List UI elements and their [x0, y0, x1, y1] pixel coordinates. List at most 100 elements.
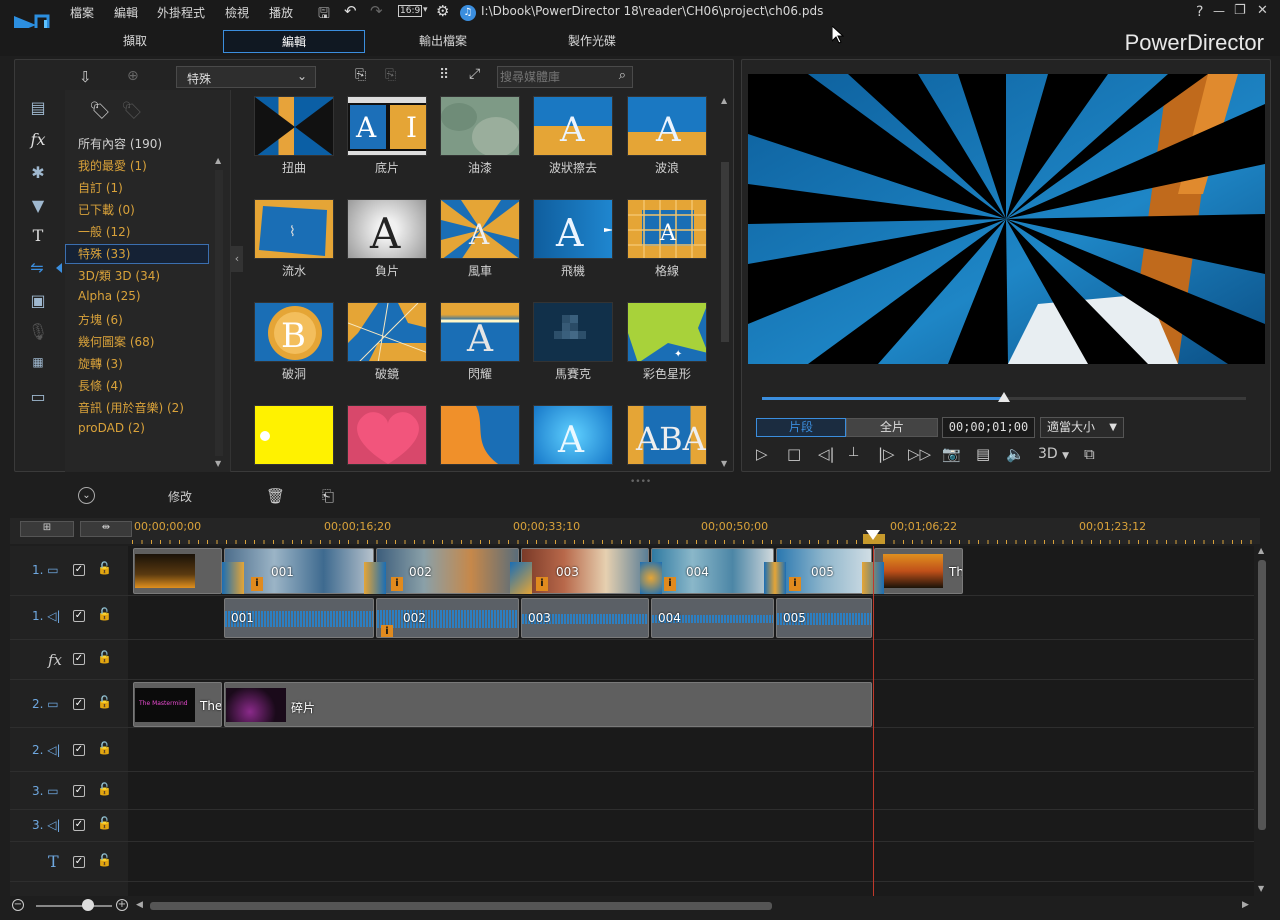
- transition-thumb[interactable]: ABA: [627, 405, 707, 465]
- audio-clip[interactable]: 002 i: [376, 598, 519, 638]
- zoom-fit-dropdown[interactable]: 適當大小 ▼: [1040, 417, 1124, 438]
- fast-forward-icon[interactable]: ▷▷: [908, 445, 931, 463]
- delete-icon[interactable]: 🗑: [266, 487, 285, 505]
- movie-mode-button[interactable]: 全片: [846, 418, 938, 437]
- 3d-mode-button[interactable]: 3D ▼: [1038, 446, 1069, 462]
- plugin-icon[interactable]: ⊕: [127, 68, 139, 84]
- undock-icon[interactable]: ⧉: [1084, 445, 1095, 463]
- transition-thumb-mosaic[interactable]: [533, 302, 613, 362]
- playhead-handle[interactable]: [866, 530, 880, 540]
- scroll-up-icon[interactable]: ▲: [721, 96, 727, 105]
- fx-room-icon[interactable]: fx: [27, 130, 49, 149]
- split-icon[interactable]: ⊥: [848, 445, 859, 460]
- transition-thumb-film[interactable]: AI: [347, 96, 427, 156]
- lock-icon[interactable]: 🔓: [97, 816, 112, 830]
- transition-room-icon[interactable]: ⇋: [25, 258, 49, 277]
- lock-icon[interactable]: 🔓: [97, 607, 112, 621]
- collapse-panel-icon[interactable]: ‹: [231, 246, 243, 272]
- scroll-right-icon[interactable]: ▶: [1242, 900, 1249, 910]
- track-enable-checkbox[interactable]: ✓: [73, 744, 85, 756]
- import-media-icon[interactable]: ⇩: [79, 68, 92, 86]
- expand-icon[interactable]: ⤢: [469, 66, 480, 82]
- transition-thumb-shine[interactable]: A: [440, 302, 520, 362]
- transition-thumb-negative[interactable]: A: [347, 199, 427, 259]
- chapter-room-icon[interactable]: ▦: [27, 355, 49, 369]
- transition-marker[interactable]: [510, 562, 532, 594]
- category-item[interactable]: 旋轉 (3): [78, 355, 123, 372]
- notification-icon[interactable]: ♫: [460, 5, 476, 21]
- transition-thumb-wave[interactable]: A: [627, 96, 707, 156]
- video-clip[interactable]: 004 i: [651, 548, 774, 594]
- track-enable-checkbox[interactable]: ✓: [73, 610, 85, 622]
- tab-create-disc[interactable]: 製作光碟: [547, 30, 637, 53]
- transition-thumb-wave-wipe[interactable]: A: [533, 96, 613, 156]
- category-item[interactable]: 所有內容 (190): [78, 135, 162, 152]
- preview-scrub-handle[interactable]: [998, 392, 1010, 402]
- timecode-display[interactable]: 00;00;01;00: [942, 417, 1035, 438]
- apply-to-all-icon[interactable]: ⎘: [355, 67, 366, 83]
- track-enable-checkbox[interactable]: ✓: [73, 785, 85, 797]
- voiceover-room-icon[interactable]: 🎙: [27, 322, 49, 341]
- track-manager-icon[interactable]: ⊞: [20, 521, 74, 537]
- aspect-ratio-selector[interactable]: 16:9: [398, 5, 423, 17]
- category-item-selected[interactable]: 特殊 (33): [65, 244, 209, 264]
- menu-view[interactable]: 檢視: [225, 4, 249, 21]
- transition-thumb-paint[interactable]: [440, 96, 520, 156]
- video-clip[interactable]: 003 i: [521, 548, 649, 594]
- close-button[interactable]: ✕: [1257, 3, 1268, 18]
- transition-thumb-water[interactable]: ⌇: [254, 199, 334, 259]
- search-icon[interactable]: ⌕: [619, 68, 626, 83]
- lock-icon[interactable]: 🔓: [97, 741, 112, 755]
- redo-icon[interactable]: ↷: [370, 2, 383, 20]
- lock-icon[interactable]: 🔓: [97, 561, 112, 575]
- category-item[interactable]: proDAD (2): [78, 421, 145, 435]
- lock-icon[interactable]: 🔓: [97, 853, 112, 867]
- category-scrollbar[interactable]: [215, 170, 223, 456]
- particle-clip[interactable]: 碎片: [224, 682, 872, 727]
- scroll-up-icon[interactable]: ▲: [1258, 546, 1264, 555]
- transition-thumb[interactable]: [440, 405, 520, 465]
- video-clip-outro[interactable]: Th: [874, 548, 963, 594]
- timeline-vertical-scrollbar[interactable]: [1258, 560, 1266, 830]
- audio-clip[interactable]: 005: [776, 598, 872, 638]
- video-clip-intro[interactable]: [133, 548, 222, 594]
- pip-room-icon[interactable]: ✱: [27, 163, 49, 182]
- tab-edit[interactable]: 編輯: [223, 30, 365, 53]
- add-tag-icon[interactable]: 🏷: [89, 101, 111, 121]
- fit-timeline-icon[interactable]: ⇹: [80, 521, 132, 537]
- menu-plugins[interactable]: 外掛程式: [157, 4, 205, 21]
- restore-button[interactable]: ❐: [1234, 3, 1246, 18]
- previous-frame-icon[interactable]: ◁|: [818, 445, 835, 463]
- menu-edit[interactable]: 編輯: [114, 4, 138, 21]
- track-enable-checkbox[interactable]: ✓: [73, 653, 85, 665]
- chevron-down-icon[interactable]: ▾: [423, 5, 428, 15]
- audio-clip[interactable]: 004: [651, 598, 774, 638]
- scroll-down-icon[interactable]: ▼: [721, 459, 727, 468]
- category-item[interactable]: 音訊 (用於音樂) (2): [78, 399, 184, 416]
- insert-icon[interactable]: ⎗: [322, 487, 334, 505]
- menu-file[interactable]: 檔案: [70, 4, 94, 21]
- category-item[interactable]: 自訂 (1): [78, 179, 123, 196]
- library-scrollbar[interactable]: [721, 162, 729, 342]
- tab-capture[interactable]: 擷取: [90, 30, 180, 53]
- category-item[interactable]: 已下載 (0): [78, 201, 135, 218]
- category-item[interactable]: 幾何圖案 (68): [78, 333, 154, 350]
- apply-to-selected-icon[interactable]: ⎘: [385, 67, 396, 83]
- play-icon[interactable]: ▷: [756, 445, 768, 463]
- audio-mixing-room-icon[interactable]: ▣: [27, 291, 49, 310]
- remove-tag-icon[interactable]: 🏷: [121, 101, 143, 121]
- tab-produce[interactable]: 輸出檔案: [398, 30, 488, 53]
- next-frame-icon[interactable]: |▷: [878, 445, 895, 463]
- settings-gear-icon[interactable]: ⚙: [436, 2, 449, 20]
- video-clip[interactable]: 002 i: [376, 548, 519, 594]
- media-room-icon[interactable]: ▤: [27, 98, 49, 117]
- video-clip[interactable]: 001 i: [224, 548, 374, 594]
- particle-room-icon[interactable]: ▼: [27, 196, 49, 215]
- category-item[interactable]: 方塊 (6): [78, 311, 123, 328]
- audio-clip[interactable]: 001: [224, 598, 374, 638]
- transition-marker[interactable]: [364, 562, 386, 594]
- scroll-up-icon[interactable]: ▲: [215, 156, 221, 165]
- category-dropdown[interactable]: 特殊 ⌄: [176, 66, 316, 88]
- transition-thumb-color-star[interactable]: ✦: [627, 302, 707, 362]
- transition-thumb-windmill[interactable]: A: [440, 199, 520, 259]
